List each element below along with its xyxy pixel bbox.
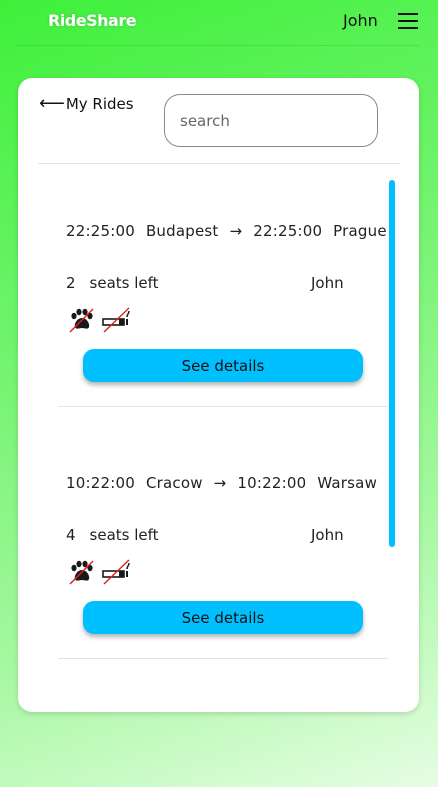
ride-preferences — [68, 559, 132, 585]
departure-time: 10:22:00 — [66, 474, 135, 492]
ride-divider — [58, 658, 388, 659]
arrival-time: 10:22:00 — [237, 474, 307, 492]
no-pets-icon — [69, 560, 94, 585]
arrival-city: Warsaw — [317, 474, 378, 492]
seats-info: 2 seats left — [66, 274, 159, 292]
departure-time: 22:25:00 — [66, 222, 135, 240]
ride-divider — [58, 406, 388, 407]
arrow-right-icon: → — [213, 474, 227, 492]
departure-city: Budapest — [145, 222, 219, 240]
rides-list: 22:25:00 Budapest → 22:25:00 Prague 2 sea… — [18, 164, 419, 704]
no-pets-icon — [69, 308, 94, 333]
ride-preferences — [68, 307, 132, 333]
driver-name: John — [311, 526, 344, 544]
hamburger-menu-icon[interactable] — [398, 13, 420, 29]
see-details-button[interactable]: See details — [83, 349, 363, 382]
no-smoking-icon — [102, 307, 130, 333]
left-arrow-icon: ⟵ — [39, 93, 65, 114]
search-input[interactable] — [164, 94, 378, 147]
seats-count: 2 — [66, 274, 76, 292]
see-details-button[interactable]: See details — [83, 601, 363, 634]
seats-count: 4 — [66, 526, 76, 544]
ride-item: 10:22:00 Cracow → 10:22:00 Warsaw 4 seats… — [58, 416, 388, 668]
ride-route: 22:25:00 Budapest → 22:25:00 Prague — [66, 222, 393, 240]
departure-city: Cracow — [145, 474, 203, 492]
user-name[interactable]: John — [343, 11, 378, 30]
seats-label: seats left — [89, 274, 159, 292]
brand-logo[interactable]: RideShare — [48, 11, 137, 30]
driver-name: John — [311, 274, 344, 292]
page-title: My Rides — [65, 95, 134, 113]
arrival-time: 22:25:00 — [253, 222, 323, 240]
top-bar: RideShare John — [0, 0, 438, 46]
seats-info: 4 seats left — [66, 526, 159, 544]
seats-label: seats left — [89, 526, 159, 544]
arrival-city: Prague — [333, 222, 387, 240]
rides-card: ⟵My Rides 22:25:00 Budapest → 22:25:00 P… — [18, 78, 419, 712]
back-link[interactable]: ⟵My Rides — [39, 93, 134, 114]
no-smoking-icon — [102, 559, 130, 585]
header-divider — [14, 45, 420, 46]
ride-item: 22:25:00 Budapest → 22:25:00 Prague 2 sea… — [58, 164, 388, 416]
arrow-right-icon: → — [229, 222, 243, 240]
ride-route: 10:22:00 Cracow → 10:22:00 Warsaw — [66, 474, 383, 492]
